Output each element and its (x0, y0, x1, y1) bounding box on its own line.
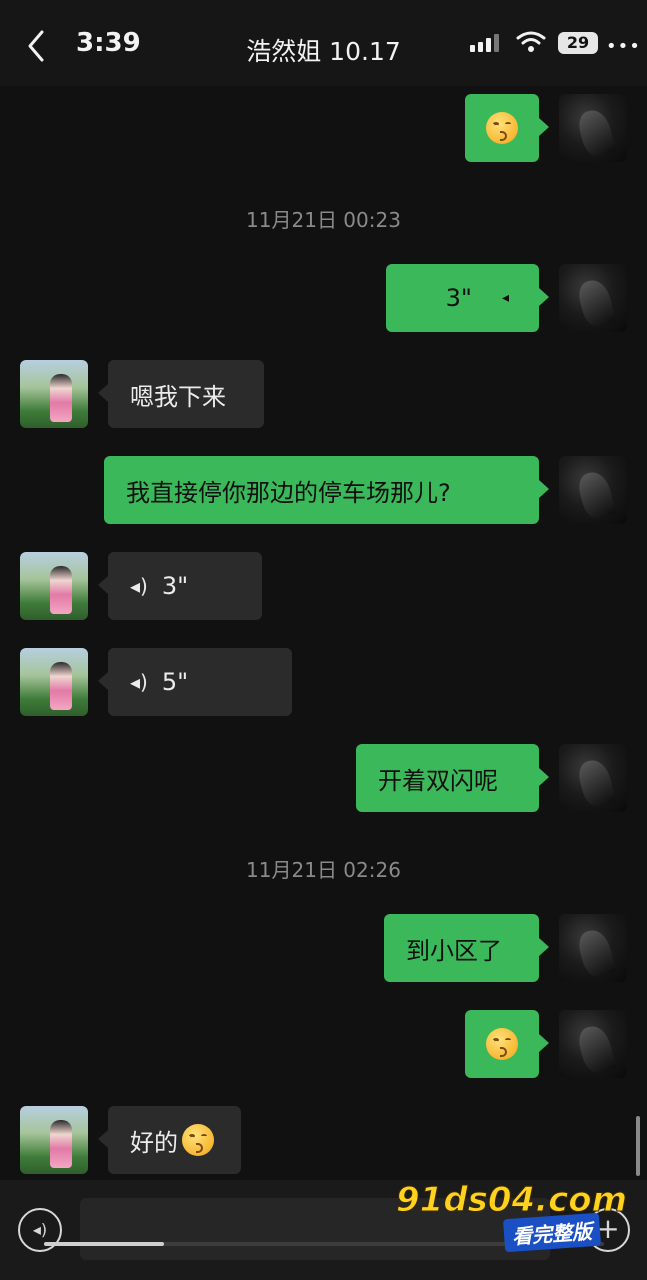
timestamp: 11月21日 00:23 (246, 208, 401, 232)
watermark-badge: 看完整版 (502, 1212, 602, 1253)
text-message-bubble[interactable]: 好的 (98, 1106, 241, 1174)
contact-avatar[interactable] (20, 1106, 88, 1174)
my-avatar[interactable] (559, 264, 627, 332)
chat-title: 浩然姐 10.17 (246, 37, 401, 66)
cellular-signal-icon (470, 34, 499, 52)
message-text: 好的 (130, 1128, 178, 1157)
voice-wave-icon: ◂) (130, 574, 148, 598)
text-message-bubble[interactable]: 到小区了 (384, 914, 549, 982)
my-avatar[interactable] (559, 456, 627, 524)
voice-duration: 5" (161, 668, 189, 696)
contact-avatar[interactable] (20, 648, 88, 716)
voice-duration: 3" (161, 572, 189, 600)
voice-wave-icon: ◂) (130, 670, 148, 694)
battery-icon: 29 (558, 32, 598, 54)
kissing-face-emoji-icon (182, 1124, 214, 1156)
message-text: 到小区了 (406, 936, 502, 965)
voice-wave-icon: ◂ (501, 290, 509, 306)
my-avatar[interactable] (559, 1010, 627, 1078)
chat-message-list[interactable]: 11月21日 00:23 3" ◂ 嗯我下来 我直接停你那边的停车场那儿? ◂)… (0, 86, 647, 1180)
chat-header: 3:39 浩然姐 10.17 29 ••• (0, 0, 647, 86)
contact-avatar[interactable] (20, 552, 88, 620)
progress-fill (44, 1242, 164, 1246)
message-text: 嗯我下来 (130, 382, 226, 411)
message-text: 我直接停你那边的停车场那儿? (126, 478, 451, 507)
my-avatar[interactable] (559, 914, 627, 982)
text-message-bubble[interactable]: 嗯我下来 (98, 360, 264, 428)
voice-wave-icon: ◂) (32, 1220, 48, 1239)
my-avatar[interactable] (559, 744, 627, 812)
voice-duration: 3" (445, 284, 472, 312)
voice-message-bubble[interactable]: ◂) 3" (98, 552, 262, 620)
kissing-face-emoji-icon (486, 112, 518, 144)
voice-message-bubble[interactable]: 3" ◂ (386, 264, 549, 332)
my-avatar[interactable] (559, 94, 627, 162)
text-message-bubble[interactable]: 我直接停你那边的停车场那儿? (104, 456, 549, 524)
voice-message-bubble[interactable]: ◂) 5" (98, 648, 292, 716)
more-options-icon[interactable]: ••• (606, 36, 641, 57)
emoji-message-bubble[interactable] (465, 94, 549, 162)
timestamp: 11月21日 02:26 (246, 858, 401, 882)
message-text: 开着双闪呢 (378, 766, 498, 795)
kissing-face-emoji-icon (486, 1028, 518, 1060)
contact-avatar[interactable] (20, 360, 88, 428)
scrollbar[interactable] (636, 1116, 640, 1176)
wifi-icon (516, 31, 546, 52)
text-message-bubble[interactable]: 开着双闪呢 (356, 744, 549, 812)
emoji-message-bubble[interactable] (465, 1010, 549, 1078)
